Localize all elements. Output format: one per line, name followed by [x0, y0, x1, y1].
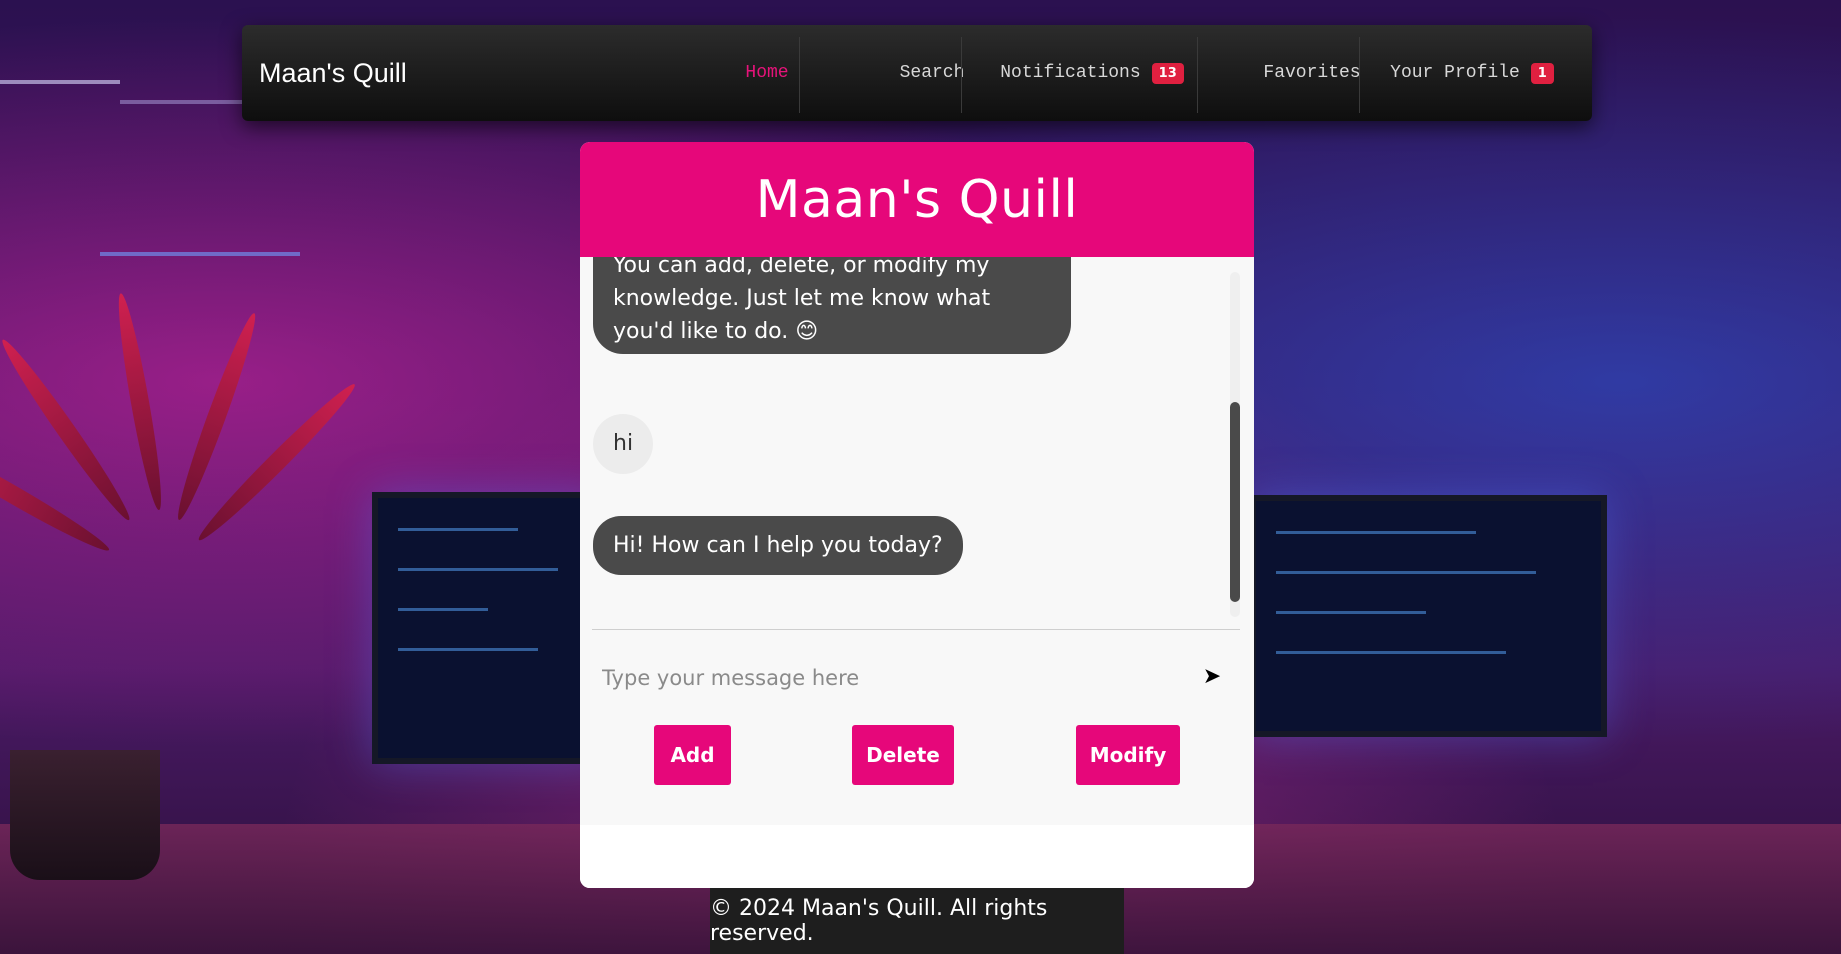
- message-text: hi: [613, 431, 634, 456]
- background-monitor-right: [1250, 495, 1607, 737]
- nav-divider: [1197, 37, 1198, 113]
- modify-button[interactable]: Modify: [1076, 725, 1180, 785]
- nav-item-label: Notifications: [1000, 63, 1141, 83]
- delete-button[interactable]: Delete: [852, 725, 954, 785]
- nav-item-label: Favorites: [1263, 63, 1361, 83]
- footer: © 2024 Maan's Quill. All rights reserved…: [710, 888, 1124, 954]
- nav-divider: [799, 37, 800, 113]
- chatbot-header: Maan's Quill: [580, 142, 1254, 257]
- chat-area: You can add, delete, or modify my knowle…: [580, 257, 1254, 888]
- send-button[interactable]: ➤: [1194, 658, 1230, 694]
- plant-leaf: [0, 432, 114, 558]
- nav-divider: [1359, 37, 1360, 113]
- message-text: You can add, delete, or modify my knowle…: [613, 257, 991, 344]
- send-arrow-icon: ➤: [1202, 663, 1222, 688]
- chatbot-title: Maan's Quill: [755, 169, 1079, 230]
- message-text: Hi! How can I help you today?: [613, 533, 943, 558]
- top-navbar: Maan's Quill Home Search Notifications 1…: [242, 25, 1592, 121]
- copyright-text: © 2024 Maan's Quill. All rights reserved…: [710, 896, 1048, 946]
- nav-item-notifications[interactable]: Notifications 13: [982, 25, 1202, 121]
- nav-items: Home Search Notifications 13 Favorites Y…: [242, 25, 1592, 121]
- circuit-line: [100, 252, 300, 256]
- chatbot-card: Maan's Quill You can add, delete, or mod…: [580, 142, 1254, 888]
- add-button[interactable]: Add: [654, 725, 731, 785]
- plant-leaf: [170, 310, 263, 524]
- plant-leaf: [0, 334, 137, 526]
- nav-item-label: Your Profile: [1390, 63, 1520, 83]
- bot-message: Hi! How can I help you today?: [593, 516, 963, 575]
- background-monitor-left: [372, 492, 604, 764]
- delete-button-label: Delete: [866, 743, 940, 767]
- card-bottom-padding: [580, 825, 1254, 888]
- nav-item-your-profile[interactable]: Your Profile 1: [1372, 25, 1572, 121]
- user-message: hi: [593, 414, 654, 474]
- nav-item-label: Search: [899, 63, 965, 83]
- notifications-count-badge: 13: [1151, 62, 1184, 84]
- circuit-line: [0, 80, 120, 84]
- plant-leaf: [192, 378, 361, 547]
- plant-pot: [10, 750, 160, 880]
- nav-divider: [961, 37, 962, 113]
- input-divider: [592, 629, 1240, 630]
- plant-leaf: [111, 291, 168, 512]
- modify-button-label: Modify: [1089, 743, 1167, 767]
- add-button-label: Add: [670, 743, 715, 767]
- bot-message: You can add, delete, or modify my knowle…: [593, 257, 1071, 354]
- nav-item-home[interactable]: Home: [712, 25, 822, 121]
- chat-scrollbar-thumb[interactable]: [1230, 402, 1240, 602]
- profile-count-badge: 1: [1530, 62, 1554, 84]
- nav-item-label: Home: [745, 63, 789, 83]
- message-input[interactable]: [600, 652, 1184, 704]
